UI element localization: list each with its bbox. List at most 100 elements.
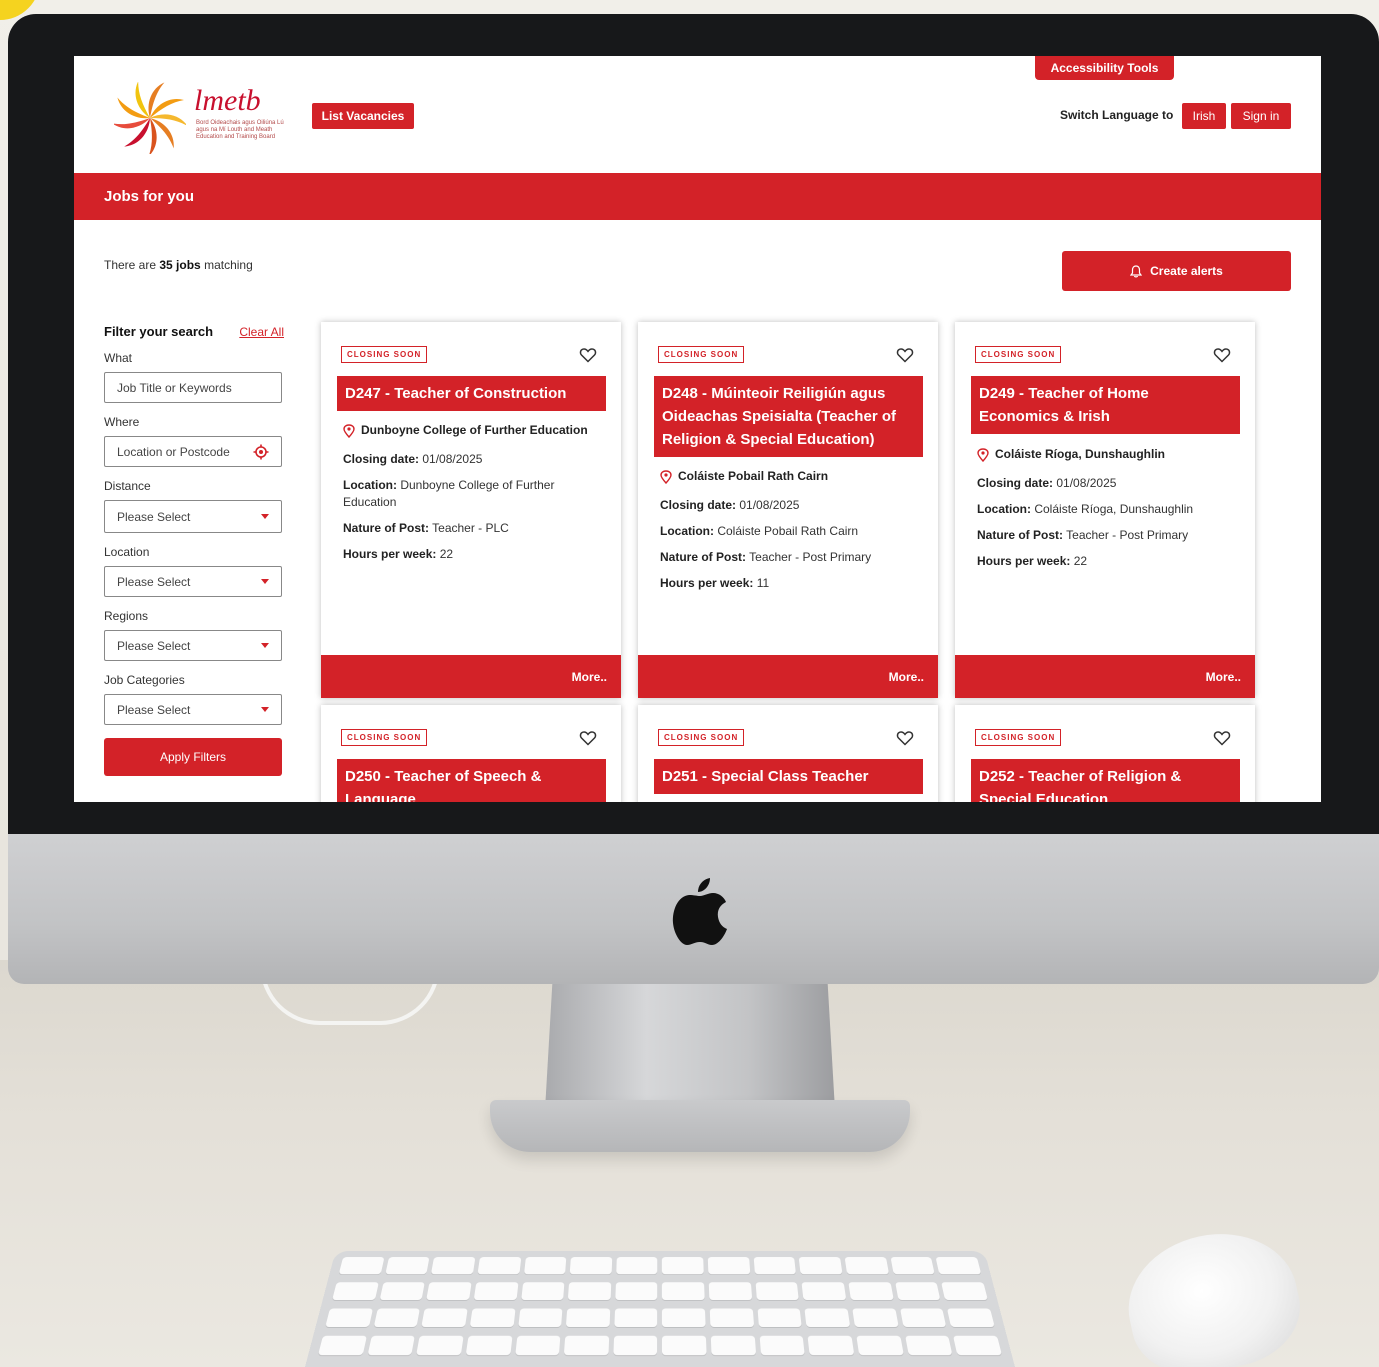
create-alerts-button[interactable]: Create alerts bbox=[1062, 251, 1291, 291]
closing-soon-badge: CLOSING SOON bbox=[341, 346, 428, 363]
job-details: Dunboyne College of Further Education Cl… bbox=[343, 422, 603, 572]
location-pin-icon bbox=[977, 448, 989, 462]
locate-me-icon[interactable] bbox=[253, 444, 269, 460]
key bbox=[568, 1282, 612, 1301]
job-card[interactable]: CLOSING SOON D251 - Special Class Teache… bbox=[638, 705, 938, 802]
key bbox=[514, 1335, 561, 1356]
job-title[interactable]: D249 - Teacher of Home Economics & Irish bbox=[971, 376, 1240, 434]
job-title[interactable]: D250 - Teacher of Speech & Language bbox=[337, 759, 606, 802]
key bbox=[899, 1308, 947, 1328]
job-card[interactable]: CLOSING SOON D250 - Teacher of Speech & … bbox=[321, 705, 621, 802]
distance-value: Please Select bbox=[117, 509, 191, 524]
lmetb-logo[interactable]: lmetb Bord Oideachais agus Oiliúna Lú ag… bbox=[114, 82, 294, 162]
key bbox=[477, 1257, 521, 1275]
location-select[interactable]: Please Select bbox=[104, 566, 282, 597]
key bbox=[662, 1282, 705, 1301]
key bbox=[416, 1335, 464, 1356]
nature-label: Nature of Post: bbox=[977, 528, 1064, 542]
location-pin-icon bbox=[343, 424, 355, 438]
key bbox=[367, 1335, 416, 1356]
key bbox=[709, 1308, 754, 1328]
what-input[interactable]: Job Title or Keywords bbox=[104, 372, 282, 403]
hours-value: 22 bbox=[1073, 554, 1088, 568]
heart-favourite-icon[interactable] bbox=[1213, 346, 1231, 364]
nature-row: Nature of Post: Teacher - Post Primary bbox=[977, 527, 1237, 544]
job-categories-select[interactable]: Please Select bbox=[104, 694, 282, 725]
closing-date-row: Closing date: 01/08/2025 bbox=[343, 451, 603, 468]
accessibility-tools-button[interactable]: Accessibility Tools bbox=[1035, 56, 1174, 80]
more-button[interactable]: More.. bbox=[955, 655, 1255, 698]
banner-title: Jobs for you bbox=[104, 188, 195, 205]
chevron-down-icon bbox=[261, 579, 269, 584]
heart-favourite-icon[interactable] bbox=[1213, 729, 1231, 747]
closing-date-value: 01/08/2025 bbox=[422, 452, 483, 466]
key bbox=[662, 1335, 707, 1356]
regions-select[interactable]: Please Select bbox=[104, 630, 282, 661]
key bbox=[894, 1282, 941, 1301]
job-card[interactable]: CLOSING SOON D248 - Múinteoir Reiligiún … bbox=[638, 322, 938, 698]
job-title[interactable]: D251 - Special Class Teacher bbox=[654, 759, 923, 794]
chevron-down-icon bbox=[261, 707, 269, 712]
key bbox=[523, 1257, 567, 1275]
key bbox=[616, 1257, 658, 1275]
hours-row: Hours per week: 11 bbox=[660, 575, 920, 592]
hours-row: Hours per week: 22 bbox=[343, 546, 603, 563]
irish-language-button[interactable]: Irish bbox=[1182, 103, 1226, 129]
job-title[interactable]: D248 - Múinteoir Reiligiún agus Oideacha… bbox=[654, 376, 923, 457]
closing-date-value: 01/08/2025 bbox=[1056, 476, 1117, 490]
job-card[interactable]: CLOSING SOON D247 - Teacher of Construct… bbox=[321, 322, 621, 698]
nature-value: Teacher - Post Primary bbox=[749, 550, 872, 564]
job-title[interactable]: D252 - Teacher of Religion & Special Edu… bbox=[971, 759, 1240, 802]
key bbox=[332, 1282, 379, 1301]
where-input[interactable]: Location or Postcode bbox=[104, 436, 282, 467]
closing-soon-badge: CLOSING SOON bbox=[658, 346, 745, 363]
location-row-value: Coláiste Pobail Rath Cairn bbox=[717, 524, 859, 538]
job-card[interactable]: CLOSING SOON D249 - Teacher of Home Econ… bbox=[955, 322, 1255, 698]
sign-in-button[interactable]: Sign in bbox=[1231, 103, 1291, 129]
distance-select[interactable]: Please Select bbox=[104, 500, 282, 533]
list-vacancies-button[interactable]: List Vacancies bbox=[312, 103, 414, 129]
school-name: Coláiste Ríoga, Dunshaughlin bbox=[995, 447, 1166, 461]
key bbox=[890, 1257, 936, 1275]
key bbox=[566, 1308, 611, 1328]
key bbox=[844, 1257, 889, 1275]
key bbox=[569, 1257, 613, 1275]
nature-row: Nature of Post: Teacher - PLC bbox=[343, 520, 603, 537]
heart-favourite-icon[interactable] bbox=[896, 346, 914, 364]
sun-swirl-logo-icon bbox=[114, 82, 186, 154]
heart-favourite-icon[interactable] bbox=[579, 729, 597, 747]
heart-favourite-icon[interactable] bbox=[896, 729, 914, 747]
job-title[interactable]: D247 - Teacher of Construction bbox=[337, 376, 606, 411]
key bbox=[755, 1282, 800, 1301]
key bbox=[759, 1335, 806, 1356]
job-card[interactable]: CLOSING SOON D252 - Teacher of Religion … bbox=[955, 705, 1255, 802]
clear-all-link[interactable]: Clear All bbox=[239, 325, 284, 339]
heart-favourite-icon[interactable] bbox=[579, 346, 597, 364]
jobs-for-you-banner: Jobs for you bbox=[74, 173, 1321, 220]
key bbox=[338, 1257, 385, 1275]
more-button[interactable]: More.. bbox=[638, 655, 938, 698]
filter-sidebar: Filter your search Clear All What Job Ti… bbox=[104, 324, 284, 776]
key bbox=[848, 1282, 894, 1301]
hours-label: Hours per week: bbox=[343, 547, 437, 561]
regions-label: Regions bbox=[104, 609, 149, 623]
location-row-label: Location: bbox=[660, 524, 714, 538]
key bbox=[517, 1308, 563, 1328]
logo-subtitle: Bord Oideachais agus Oiliúna Lú agus na … bbox=[196, 120, 284, 140]
key bbox=[613, 1335, 658, 1356]
key bbox=[804, 1308, 851, 1328]
location-row: Location: Dunboyne College of Further Ed… bbox=[343, 477, 603, 511]
job-details: Coláiste Pobail Rath Cairn Closing date:… bbox=[660, 468, 920, 601]
location-row-label: Location: bbox=[343, 478, 397, 492]
more-button[interactable]: More.. bbox=[321, 655, 621, 698]
hours-value: 22 bbox=[439, 547, 454, 561]
results-count: 35 jobs bbox=[159, 258, 201, 272]
closing-date-row: Closing date: 01/08/2025 bbox=[977, 475, 1237, 492]
closing-date-value: 01/08/2025 bbox=[739, 498, 800, 512]
keyboard bbox=[305, 1250, 1015, 1367]
key bbox=[757, 1308, 803, 1328]
key bbox=[935, 1257, 982, 1275]
apply-filters-button[interactable]: Apply Filters bbox=[104, 738, 282, 776]
results-suffix: matching bbox=[204, 258, 253, 272]
key bbox=[904, 1335, 953, 1356]
